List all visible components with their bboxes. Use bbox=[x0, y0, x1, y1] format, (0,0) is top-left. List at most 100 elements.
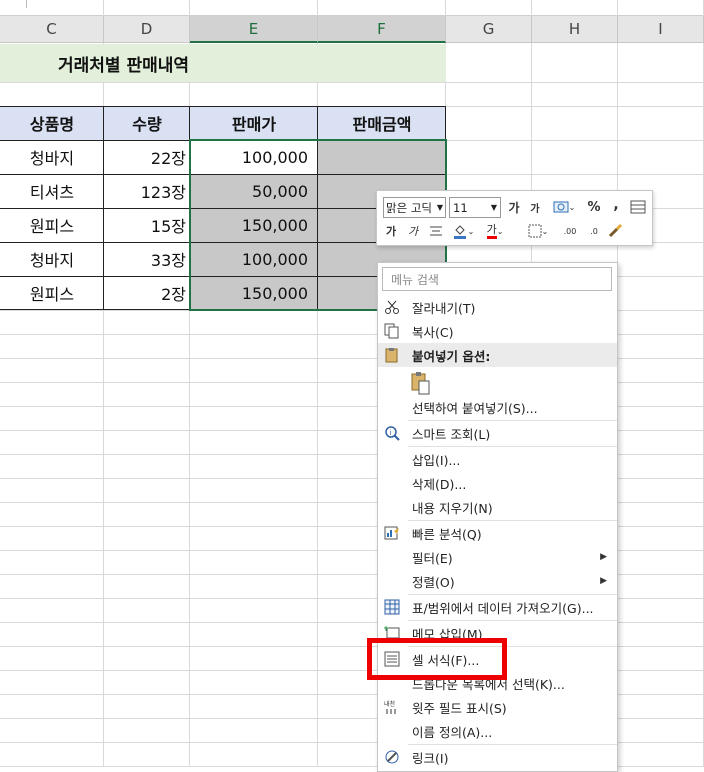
clipboard-icon bbox=[385, 348, 398, 363]
comma-button[interactable]: , bbox=[609, 195, 623, 215]
column-header-g[interactable]: G bbox=[446, 16, 532, 43]
font-color-button[interactable]: 가 ⌄ bbox=[481, 221, 509, 241]
menu-item-quick-analysis[interactable]: 빠른 분석(Q) bbox=[378, 521, 617, 545]
font-size-value: 11 bbox=[453, 200, 468, 215]
cell-product-5[interactable]: 원피스 bbox=[0, 276, 104, 310]
menu-item-copy[interactable]: 복사(C) bbox=[378, 319, 617, 343]
column-header-d[interactable]: D bbox=[104, 16, 190, 43]
paint-bucket-icon bbox=[453, 225, 466, 239]
menu-label: 삽입(I)... bbox=[412, 452, 461, 468]
menu-item-delete[interactable]: 삭제(D)... bbox=[378, 471, 617, 495]
column-header-h[interactable]: H bbox=[532, 16, 618, 43]
increase-font-button[interactable]: 가 bbox=[505, 197, 523, 217]
bold-button[interactable]: 가 bbox=[383, 221, 399, 241]
formula-bar-edge bbox=[0, 0, 704, 16]
svg-text:i: i bbox=[390, 429, 392, 437]
paintbrush-icon bbox=[608, 223, 623, 238]
font-name-box[interactable]: 맑은 고딕 ▼ bbox=[383, 197, 446, 218]
highlight-box bbox=[367, 638, 507, 680]
menu-label: 잘라내기(T) bbox=[412, 300, 476, 316]
align-center-button[interactable] bbox=[427, 221, 445, 241]
font-name-value: 맑은 고딕 bbox=[386, 200, 432, 215]
menu-item-sort[interactable]: 정렬(O) ▶ bbox=[378, 569, 617, 593]
context-menu: 메뉴 검색 잘라내기(T) 복사(C) 붙여넣기 옵션: 선택하여 붙여넣기(S… bbox=[377, 262, 618, 772]
borders-button[interactable]: ⌄ bbox=[523, 221, 553, 241]
decrease-decimal-button[interactable]: .0 bbox=[583, 221, 605, 241]
decrease-font-button[interactable]: 가 bbox=[527, 197, 543, 217]
header-product[interactable]: 상품명 bbox=[0, 106, 104, 140]
chevron-down-icon: ⌄ bbox=[541, 226, 549, 236]
menu-item-filter[interactable]: 필터(E) ▶ bbox=[378, 545, 617, 569]
cell-qty-2[interactable]: 123장 bbox=[104, 174, 190, 208]
cell-product-1[interactable]: 청바지 bbox=[0, 140, 104, 174]
cell-product-2[interactable]: 티셔츠 bbox=[0, 174, 104, 208]
menu-item-smart-lookup[interactable]: i 스마트 조회(L) bbox=[378, 421, 617, 445]
header-amount[interactable]: 판매금액 bbox=[318, 106, 446, 140]
font-size-box[interactable]: 11 ▼ bbox=[449, 197, 501, 218]
menu-label: 표/범위에서 데이터 가져오기(G)... bbox=[412, 600, 594, 616]
font-color-glyph: 가 bbox=[486, 223, 497, 239]
chevron-down-icon: ⌄ bbox=[568, 202, 576, 212]
cell-qty-5[interactable]: 2장 bbox=[104, 276, 190, 310]
cell-qty-4[interactable]: 33장 bbox=[104, 242, 190, 276]
percent-button[interactable]: % bbox=[585, 197, 603, 217]
cell-qty-1[interactable]: 22장 bbox=[104, 140, 190, 174]
menu-label: 선택하여 붙여넣기(S)... bbox=[412, 400, 538, 416]
format-painter-button[interactable] bbox=[605, 221, 625, 241]
fill-color-button[interactable]: ⌄ bbox=[449, 221, 477, 241]
chevron-down-icon: ▼ bbox=[490, 203, 497, 212]
mini-toolbar: 맑은 고딕 ▼ 11 ▼ 가 가 ⌄ % , 가 가 ⌄ 가 ⌄ ⌄ .00 .… bbox=[376, 190, 653, 246]
chevron-down-icon: ⌄ bbox=[467, 226, 475, 236]
menu-item-clear-contents[interactable]: 내용 지우기(N) bbox=[378, 495, 617, 519]
link-icon bbox=[385, 750, 399, 764]
column-header-e[interactable]: E bbox=[190, 16, 318, 43]
align-center-icon bbox=[430, 226, 442, 236]
menu-label: 정렬(O) bbox=[412, 574, 455, 590]
column-header-i[interactable]: I bbox=[618, 16, 704, 43]
menu-item-paste-special[interactable]: 선택하여 붙여넣기(S)... bbox=[378, 395, 617, 419]
submenu-arrow-icon: ▶ bbox=[600, 576, 607, 586]
phonetic-icon: 내천 bbox=[384, 700, 396, 714]
italic-button[interactable]: 가 bbox=[405, 221, 421, 241]
menu-item-link[interactable]: 링크(I) bbox=[378, 745, 617, 769]
chevron-down-icon: ⌄ bbox=[496, 226, 504, 236]
cell-qty-3[interactable]: 15장 bbox=[104, 208, 190, 242]
menu-label: 빠른 분석(Q) bbox=[412, 526, 482, 542]
smart-lookup-icon: i bbox=[385, 426, 400, 441]
column-header-f[interactable]: F bbox=[318, 16, 446, 43]
accounting-format-button[interactable]: ⌄ bbox=[547, 197, 581, 217]
menu-label: 윗주 필드 표시(S) bbox=[412, 700, 507, 716]
sheet-title[interactable]: 거래처별 판매내역 bbox=[0, 44, 446, 82]
menu-item-phonetic[interactable]: 내천 윗주 필드 표시(S) bbox=[378, 695, 617, 719]
increase-decimal-button[interactable]: .00 bbox=[559, 221, 581, 241]
menu-item-cut[interactable]: 잘라내기(T) bbox=[378, 295, 617, 319]
scissors-icon bbox=[385, 300, 399, 314]
format-table-button[interactable] bbox=[629, 197, 647, 217]
table-style-icon bbox=[630, 200, 646, 214]
menu-label: 링크(I) bbox=[412, 750, 449, 766]
svg-text:내천: 내천 bbox=[384, 700, 395, 708]
menu-item-define-name[interactable]: 이름 정의(A)... bbox=[378, 719, 617, 743]
menu-label: 붙여넣기 옵션: bbox=[412, 348, 491, 364]
quick-analysis-icon bbox=[384, 526, 399, 540]
chevron-down-icon: ▼ bbox=[436, 203, 443, 212]
copy-icon bbox=[384, 323, 399, 339]
menu-item-get-data[interactable]: 표/범위에서 데이터 가져오기(G)... bbox=[378, 595, 617, 619]
header-qty[interactable]: 수량 bbox=[104, 106, 190, 140]
cell-product-4[interactable]: 청바지 bbox=[0, 242, 104, 276]
border-icon bbox=[528, 224, 542, 238]
cell-product-3[interactable]: 원피스 bbox=[0, 208, 104, 242]
menu-label: 이름 정의(A)... bbox=[412, 724, 493, 740]
submenu-arrow-icon: ▶ bbox=[600, 552, 607, 562]
menu-label: 삭제(D)... bbox=[412, 476, 467, 492]
menu-search-input[interactable]: 메뉴 검색 bbox=[382, 267, 612, 291]
menu-label: 스마트 조회(L) bbox=[412, 426, 491, 442]
table-icon bbox=[384, 599, 400, 615]
column-header-c[interactable]: C bbox=[0, 16, 104, 43]
menu-label: 복사(C) bbox=[412, 324, 454, 340]
menu-item-paste-options: 붙여넣기 옵션: bbox=[378, 343, 617, 367]
menu-item-insert[interactable]: 삽입(I)... bbox=[378, 447, 617, 471]
currency-icon bbox=[553, 201, 569, 213]
menu-label: 내용 지우기(N) bbox=[412, 500, 493, 516]
header-price[interactable]: 판매가 bbox=[190, 106, 318, 140]
